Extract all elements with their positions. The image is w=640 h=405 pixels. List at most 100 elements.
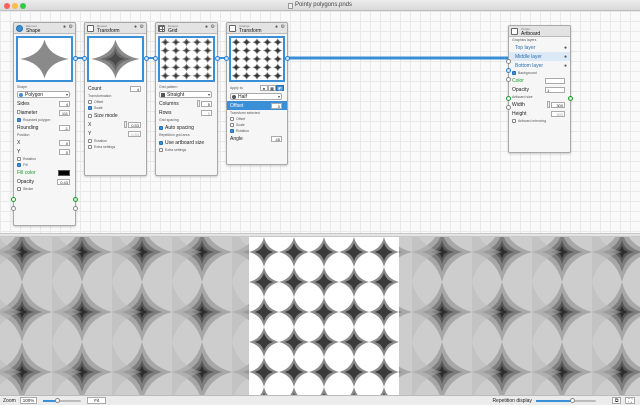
settings-gear-icon[interactable]: ⚙ xyxy=(211,25,215,30)
visibility-eye-icon[interactable]: ● xyxy=(205,25,208,30)
grid-input-port[interactable] xyxy=(153,56,158,61)
top-layer-input-port[interactable] xyxy=(506,59,511,64)
opacity-output-port[interactable] xyxy=(73,206,78,211)
shape-output-port[interactable] xyxy=(73,56,78,61)
apply-first-icon[interactable]: ● xyxy=(260,85,268,91)
repetition-slider-knob[interactable] xyxy=(569,397,575,403)
repetition-display-slider[interactable] xyxy=(535,397,596,403)
sides-input[interactable]: 4 xyxy=(59,100,70,107)
rotation-checkbox[interactable] xyxy=(88,139,92,143)
shape-node[interactable]: Element Shape ● ⚙ Shape Polygon ▾ Sides 4 … xyxy=(11,22,78,226)
link-rows-columns-icon[interactable] xyxy=(197,100,200,107)
node-canvas[interactable]: Element Shape ● ⚙ Shape Polygon ▾ Sides 4 … xyxy=(0,11,640,233)
settings-gear-icon[interactable]: ⚙ xyxy=(140,25,144,30)
fill-color-output-port[interactable] xyxy=(73,197,78,202)
scale-y-input[interactable]: 0.53 xyxy=(128,130,141,137)
close-window-button[interactable] xyxy=(4,3,10,9)
shape-preview xyxy=(16,36,73,82)
shape-type-select[interactable]: Polygon ▾ xyxy=(17,91,70,98)
extra-settings-checkbox[interactable] xyxy=(159,148,163,152)
auto-spacing-checkbox[interactable] xyxy=(159,125,163,130)
bottom-layer-input-port[interactable] xyxy=(506,77,511,82)
fill-checkbox[interactable] xyxy=(17,163,21,167)
shape-node-header[interactable]: Element Shape ● ⚙ xyxy=(14,23,75,34)
background-color-swatch[interactable] xyxy=(545,77,565,84)
settings-gear-icon[interactable]: ⚙ xyxy=(281,25,285,30)
x-input[interactable]: 0 xyxy=(59,139,70,146)
color-input-port[interactable] xyxy=(506,96,511,101)
artboard-node[interactable]: Output Artboard Graphics layers Top laye… xyxy=(506,25,573,153)
artboard-node-header[interactable]: Output Artboard xyxy=(509,26,570,37)
apply-half-icon[interactable]: ◩ xyxy=(276,85,284,91)
transform-node-header[interactable]: Repeat Transform ● ⚙ xyxy=(85,23,146,34)
visibility-eye-icon[interactable]: ● xyxy=(63,25,66,30)
layer-visibility-eye-icon[interactable]: ● xyxy=(564,45,567,51)
layer-bottom[interactable]: Bottom layer ● xyxy=(509,61,570,70)
layer-visibility-eye-icon[interactable]: ● xyxy=(564,63,567,69)
settings-gear-icon[interactable]: ⚙ xyxy=(69,25,73,30)
height-input[interactable]: 300 xyxy=(551,110,565,117)
scale-option-checkbox[interactable] xyxy=(230,123,234,127)
rotation-option-checkbox[interactable] xyxy=(230,129,234,133)
opacity-input-port[interactable] xyxy=(11,206,16,211)
layer-middle[interactable]: Middle layer ● xyxy=(509,52,570,61)
fit-button[interactable]: Fit xyxy=(87,397,107,404)
use-artboard-size-row: Use artboard size xyxy=(156,138,217,147)
opacity-input[interactable]: 0.43 xyxy=(57,178,70,185)
minimize-window-button[interactable] xyxy=(12,3,18,9)
layer-visibility-eye-icon[interactable]: ● xyxy=(564,54,567,60)
apply-mode-select[interactable]: Half ▾ xyxy=(230,93,282,100)
offset-row[interactable]: Offset 0 xyxy=(227,101,287,110)
rounded-polygon-checkbox[interactable] xyxy=(17,118,21,122)
transform-output-port[interactable] xyxy=(144,56,149,61)
rounding-input[interactable]: -1 xyxy=(59,124,70,131)
link-xy-icon[interactable] xyxy=(124,121,127,128)
link-size-icon[interactable] xyxy=(547,101,550,108)
fill-color-swatch[interactable] xyxy=(58,169,70,176)
grid-node-header[interactable]: Repeat Grid ● ⚙ xyxy=(156,23,217,34)
fullscreen-icon[interactable]: ⛶ xyxy=(625,397,635,404)
opacity-input-port[interactable] xyxy=(506,105,511,110)
offset-option-checkbox[interactable] xyxy=(230,117,234,121)
artboard-mirroring-checkbox[interactable] xyxy=(512,119,516,123)
fill-color-input-port[interactable] xyxy=(11,197,16,202)
diameter-input[interactable]: 111 xyxy=(59,109,70,116)
size-mode-checkbox[interactable] xyxy=(88,113,92,118)
width-input[interactable]: 300 xyxy=(551,101,565,108)
scale-x-input[interactable]: 0.53 xyxy=(128,121,141,128)
grid-pattern-select[interactable]: Straight ▾ xyxy=(159,91,212,98)
zoom-slider[interactable] xyxy=(43,397,82,403)
zoom-value-field[interactable]: 100% xyxy=(19,397,38,404)
background-checkbox[interactable] xyxy=(512,71,516,75)
visibility-eye-icon[interactable]: ● xyxy=(275,25,278,30)
scale-checkbox[interactable] xyxy=(88,106,92,110)
change-output-port[interactable] xyxy=(285,56,290,61)
use-artboard-size-checkbox[interactable] xyxy=(159,140,163,145)
transform-node[interactable]: Repeat Transform ● ⚙ Count 4 Transformati… xyxy=(82,22,149,176)
zoom-slider-knob[interactable] xyxy=(55,397,61,403)
middle-layer-input-port[interactable] xyxy=(506,68,511,73)
angle-input[interactable]: 45 xyxy=(271,135,282,142)
count-input[interactable]: 4 xyxy=(130,85,141,92)
transform-input-port[interactable] xyxy=(82,56,87,61)
rotation-checkbox[interactable] xyxy=(17,157,21,161)
y-input[interactable]: 0 xyxy=(59,148,70,155)
zoom-window-button[interactable] xyxy=(20,3,26,9)
change-input-port[interactable] xyxy=(224,56,229,61)
offset-input[interactable]: 0 xyxy=(271,102,282,109)
columns-input[interactable]: 5 xyxy=(201,100,212,107)
grid-output-port[interactable] xyxy=(215,56,220,61)
offset-checkbox[interactable] xyxy=(88,100,92,104)
visibility-eye-icon[interactable]: ● xyxy=(134,25,137,30)
opacity-input[interactable]: 1 xyxy=(545,86,565,93)
grid-node[interactable]: Repeat Grid ● ⚙ Grid pattern Straight ▾ … xyxy=(153,22,220,176)
rows-input[interactable]: 5 xyxy=(201,109,212,116)
change-node-header[interactable]: Change Transform ● ⚙ xyxy=(227,23,287,34)
change-transform-node[interactable]: Change Transform ● ⚙ Apply to ● ▦ ◩ Half… xyxy=(224,22,290,165)
apply-grid-icon[interactable]: ▦ xyxy=(268,85,276,91)
stroke-checkbox[interactable] xyxy=(17,187,21,191)
extra-settings-checkbox[interactable] xyxy=(88,145,92,149)
split-view-icon[interactable]: ⧉ xyxy=(611,397,622,404)
layer-top[interactable]: Top layer ● xyxy=(509,43,570,52)
color-output-port[interactable] xyxy=(568,96,573,101)
